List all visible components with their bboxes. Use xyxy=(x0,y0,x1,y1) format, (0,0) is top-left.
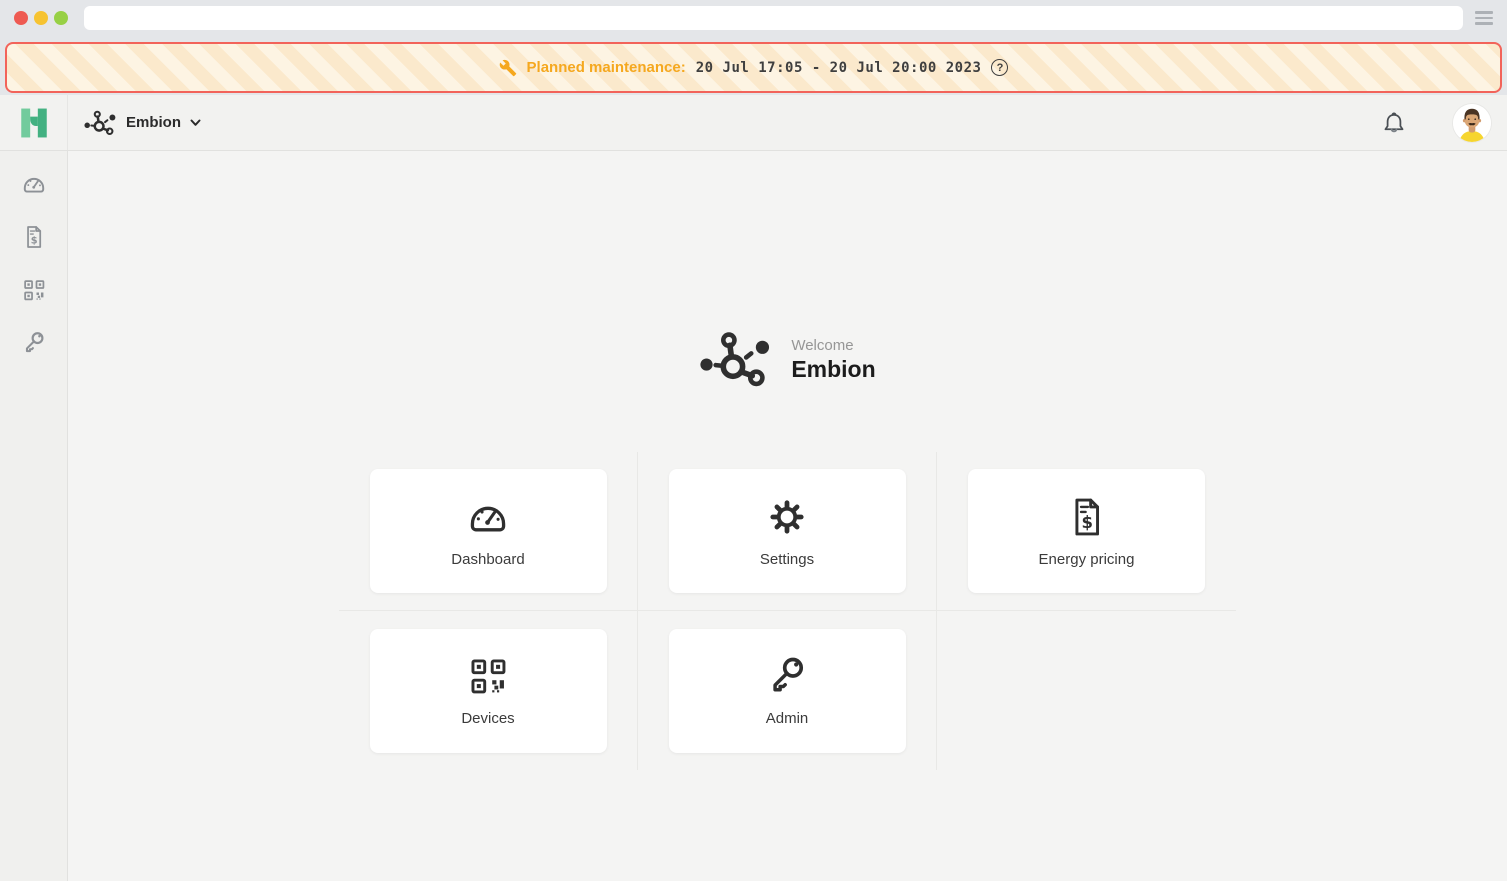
card-settings[interactable]: Settings xyxy=(669,469,906,593)
welcome-org-name: Embion xyxy=(791,356,875,383)
key-icon xyxy=(21,330,47,356)
main-content: Welcome Embion xyxy=(68,151,1507,881)
app-logo[interactable] xyxy=(0,95,68,150)
nav-card-grid: Dashboard xyxy=(339,452,1236,770)
notifications-bell-icon[interactable] xyxy=(1381,110,1407,136)
svg-text:$: $ xyxy=(30,235,37,246)
molecule-icon xyxy=(699,329,773,390)
svg-text:$: $ xyxy=(1081,513,1092,532)
org-name: Embion xyxy=(126,114,181,131)
minimize-button[interactable] xyxy=(34,11,48,25)
zoom-button[interactable] xyxy=(54,11,68,25)
qr-code-icon xyxy=(466,654,510,698)
chevron-down-icon xyxy=(190,119,201,127)
maintenance-banner: Planned maintenance: 20 Jul 17:05 - 20 J… xyxy=(5,42,1502,93)
card-label: Energy pricing xyxy=(1039,551,1135,568)
app-header: Embion xyxy=(0,95,1507,151)
welcome-block: Welcome Embion xyxy=(68,151,1507,390)
sidebar-item-energy-pricing[interactable]: $ xyxy=(0,210,67,263)
gauge-icon xyxy=(21,171,47,197)
gauge-icon xyxy=(466,495,510,539)
banner-schedule: 20 Jul 17:05 - 20 Jul 20:00 2023 xyxy=(696,60,982,76)
avatar[interactable] xyxy=(1453,104,1491,142)
qr-code-icon xyxy=(21,277,47,303)
help-icon[interactable]: ? xyxy=(991,59,1008,76)
empty-grid-cell xyxy=(937,611,1236,770)
close-button[interactable] xyxy=(14,11,28,25)
card-label: Settings xyxy=(760,551,814,568)
sidebar-item-dashboard[interactable] xyxy=(0,157,67,210)
key-icon xyxy=(765,654,809,698)
card-label: Admin xyxy=(766,710,809,727)
gear-icon xyxy=(765,495,809,539)
address-bar[interactable] xyxy=(84,6,1463,30)
card-admin[interactable]: Admin xyxy=(669,629,906,753)
card-label: Devices xyxy=(461,710,514,727)
maintenance-banner-wrap: Planned maintenance: 20 Jul 17:05 - 20 J… xyxy=(0,36,1507,95)
card-label: Dashboard xyxy=(451,551,524,568)
org-switcher[interactable]: Embion xyxy=(84,109,201,137)
sidebar-item-devices[interactable] xyxy=(0,263,67,316)
sidebar-item-admin[interactable] xyxy=(0,316,67,369)
banner-title: Planned maintenance: xyxy=(527,59,686,76)
card-devices[interactable]: Devices xyxy=(370,629,607,753)
window-controls xyxy=(14,11,68,25)
wrench-icon xyxy=(499,59,517,77)
card-energy-pricing[interactable]: $ Energy pricing xyxy=(968,469,1205,593)
sidebar: $ xyxy=(0,151,68,881)
molecule-icon xyxy=(84,109,117,137)
browser-chrome xyxy=(0,0,1507,36)
welcome-greeting: Welcome xyxy=(791,337,875,354)
browser-menu-icon[interactable] xyxy=(1475,11,1493,25)
invoice-icon: $ xyxy=(21,224,47,250)
card-dashboard[interactable]: Dashboard xyxy=(370,469,607,593)
invoice-icon: $ xyxy=(1065,495,1109,539)
h-logo-icon xyxy=(17,106,51,140)
